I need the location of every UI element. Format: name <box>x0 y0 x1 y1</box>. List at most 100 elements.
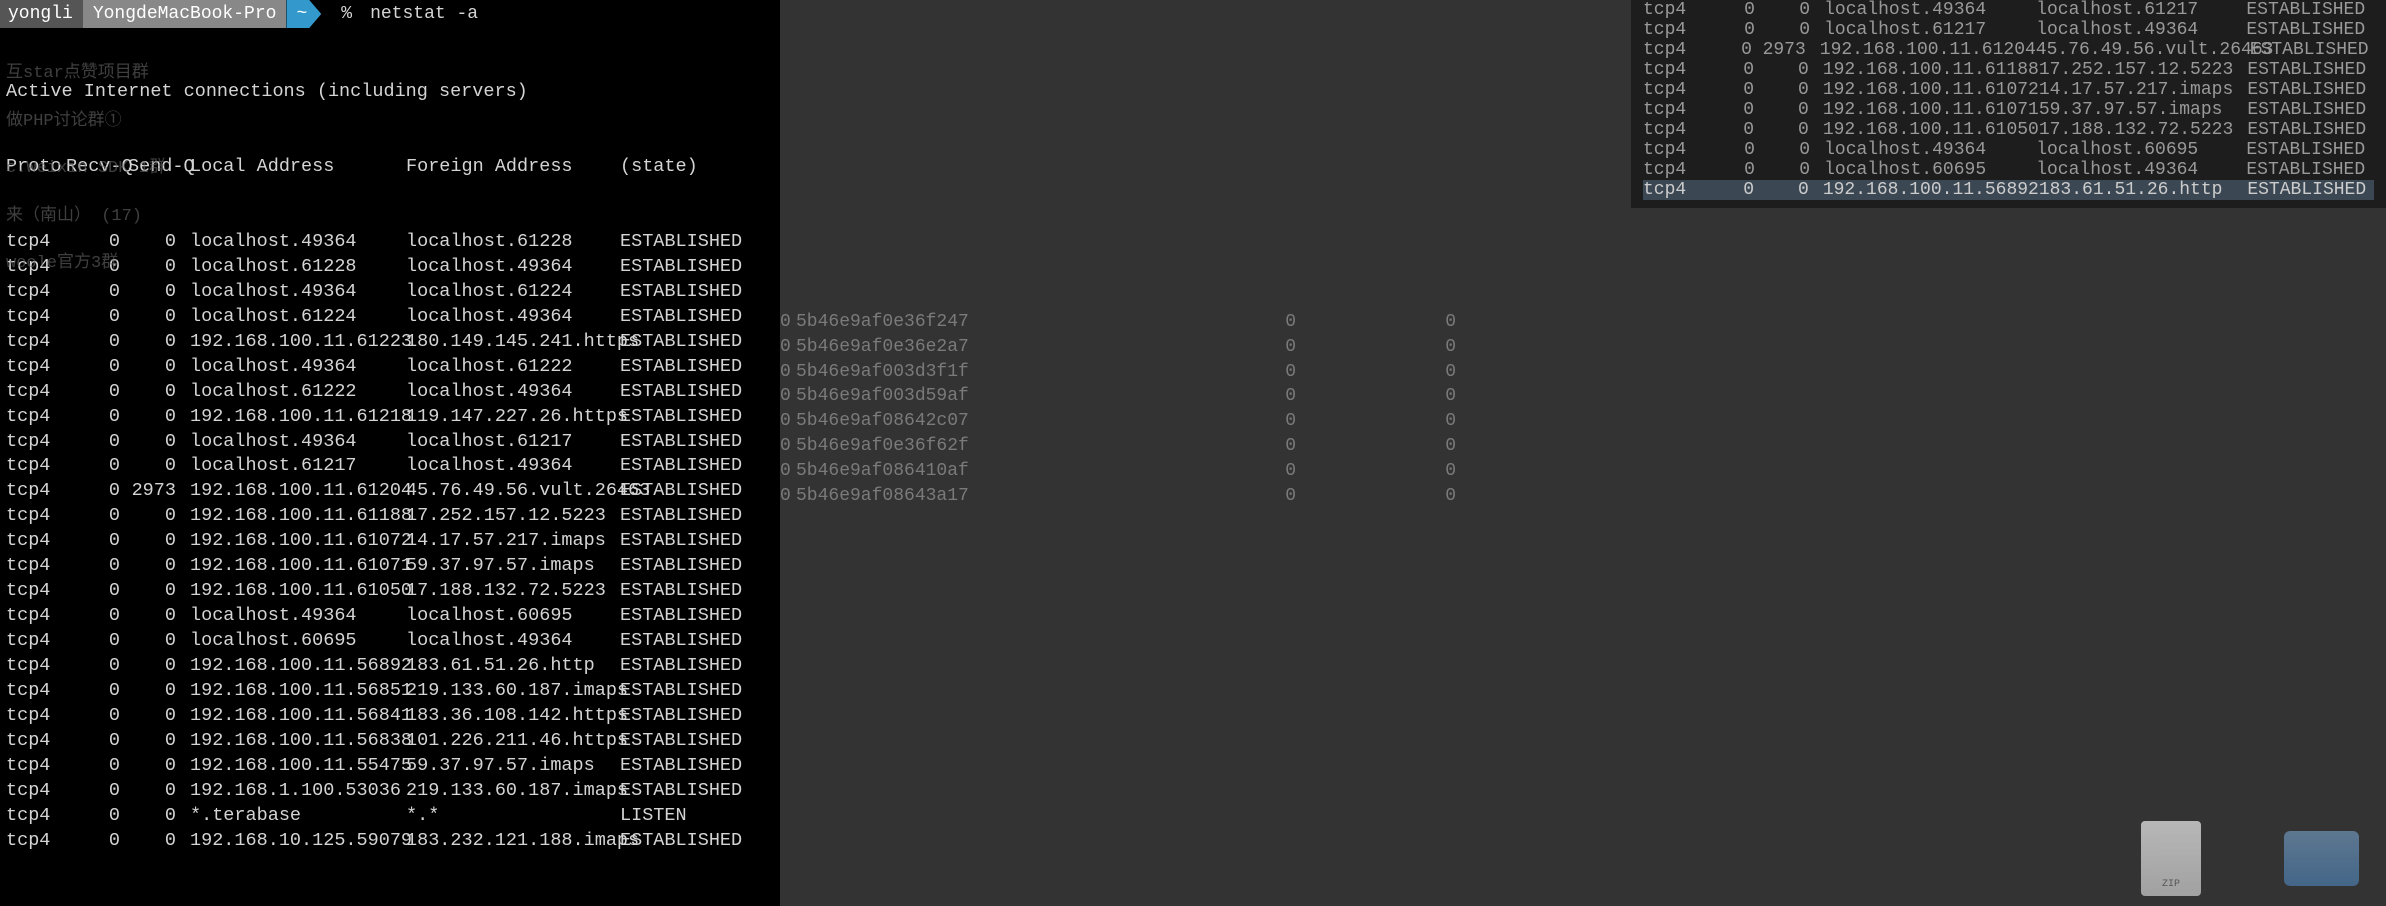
netstat-row[interactable]: tcp400192.168.100.11.61223180.149.145.24… <box>6 330 780 355</box>
hash-cell: 0 <box>1296 484 1456 509</box>
cell-sendq: 0 <box>128 604 190 629</box>
cell-local-address: localhost.61224 <box>190 305 406 330</box>
cell-proto: tcp4 <box>6 230 66 255</box>
netstat-row[interactable]: tcp400192.168.100.11.56892183.61.51.26.h… <box>6 654 780 679</box>
netstat-row[interactable]: tcp400localhost.49364localhost.61217ESTA… <box>1643 0 2374 20</box>
netstat-row[interactable]: tcp400localhost.49364localhost.61217ESTA… <box>6 430 780 455</box>
hash-row: 05b46e9af0e36f62f00 <box>780 434 1456 459</box>
cell-recvq: 0 <box>66 504 128 529</box>
cell-recvq: 0 <box>66 280 128 305</box>
terminal-window-right[interactable]: tcp400localhost.49364localhost.61217ESTA… <box>1631 0 2386 208</box>
netstat-row[interactable]: tcp400localhost.49364localhost.60695ESTA… <box>1643 140 2374 160</box>
prompt-command[interactable]: netstat -a <box>370 4 478 24</box>
cell-foreign-address: 14.17.57.217.imaps <box>2039 80 2248 100</box>
netstat-row[interactable]: tcp400localhost.61217localhost.49364ESTA… <box>6 454 780 479</box>
netstat-row[interactable]: tcp400192.168.100.11.5547559.37.97.57.im… <box>6 754 780 779</box>
cell-proto: tcp4 <box>6 804 66 829</box>
netstat-row[interactable]: tcp400192.168.10.125.59079183.232.121.18… <box>6 829 780 854</box>
cell-local-address: 192.168.100.11.56851 <box>190 679 406 704</box>
cell-state: ESTABLISHED <box>620 454 750 479</box>
terminal-prompt-line[interactable]: yongli YongdeMacBook-Pro ~ % netstat -a <box>0 0 780 28</box>
netstat-row[interactable]: tcp400*.terabase*.*LISTEN <box>6 804 780 829</box>
cell-state: ESTABLISHED <box>620 479 750 504</box>
netstat-row[interactable]: tcp402973192.168.100.11.6120445.76.49.56… <box>1643 40 2374 60</box>
hash-cell: 0 <box>1296 434 1456 459</box>
netstat-row[interactable]: tcp400192.168.1.100.53036219.133.60.187.… <box>6 779 780 804</box>
zip-label: ZIP <box>2141 879 2201 890</box>
netstat-row[interactable]: tcp400localhost.61224localhost.49364ESTA… <box>6 305 780 330</box>
netstat-row[interactable]: tcp400192.168.100.11.6107159.37.97.57.im… <box>6 554 780 579</box>
cell-local-address: 192.168.100.11.56892 <box>1823 180 2039 200</box>
zip-file-icon[interactable]: ZIP <box>2126 806 2216 896</box>
cell-proto: tcp4 <box>1643 80 1701 100</box>
zip-icon: ZIP <box>2141 821 2201 896</box>
cell-proto: tcp4 <box>6 305 66 330</box>
cell-state: ESTABLISHED <box>620 704 750 729</box>
col-state: (state) <box>620 155 750 180</box>
cell-sendq: 0 <box>128 679 190 704</box>
netstat-row[interactable]: tcp400localhost.49364localhost.60695ESTA… <box>6 604 780 629</box>
hash-cell: 0 <box>780 459 796 484</box>
cell-state: ESTABLISHED <box>620 355 750 380</box>
netstat-row[interactable]: tcp400localhost.49364localhost.61228ESTA… <box>6 230 780 255</box>
netstat-row[interactable]: tcp400localhost.49364localhost.61222ESTA… <box>6 355 780 380</box>
cell-foreign-address: localhost.61217 <box>2036 0 2246 20</box>
cell-foreign-address: 59.37.97.57.imaps <box>406 754 620 779</box>
netstat-row[interactable]: tcp400localhost.61222localhost.49364ESTA… <box>6 380 780 405</box>
col-proto: Proto <box>6 155 66 180</box>
terminal-window-left[interactable]: 互star点赞项目群做PHP讨论群①c.Weixin SDK 1群来（南山） (… <box>0 0 780 906</box>
netstat-row[interactable]: tcp402973192.168.100.11.6120445.76.49.56… <box>6 479 780 504</box>
cell-state: ESTABLISHED <box>2247 180 2374 200</box>
cell-foreign-address: 183.232.121.188.imaps <box>406 829 620 854</box>
netstat-row[interactable]: tcp400192.168.100.11.6107159.37.97.57.im… <box>1643 100 2374 120</box>
cell-sendq: 0 <box>1762 120 1823 140</box>
cell-proto: tcp4 <box>6 704 66 729</box>
cell-foreign-address: localhost.60695 <box>406 604 620 629</box>
netstat-row[interactable]: tcp400192.168.100.11.56841183.36.108.142… <box>6 704 780 729</box>
netstat-row[interactable]: tcp400192.168.100.11.6105017.188.132.72.… <box>1643 120 2374 140</box>
cell-proto: tcp4 <box>1643 120 1701 140</box>
cell-state: ESTABLISHED <box>620 604 750 629</box>
hash-cell: 5b46e9af08643a17 <box>796 484 996 509</box>
cell-state: ESTABLISHED <box>620 679 750 704</box>
folder-icon[interactable] <box>2276 806 2366 896</box>
cell-local-address: 192.168.100.11.61204 <box>1820 40 2036 60</box>
hash-cell: 0 <box>996 409 1296 434</box>
col-foreign: Foreign Address <box>406 155 620 180</box>
cell-proto: tcp4 <box>6 454 66 479</box>
cell-recvq: 0 <box>66 754 128 779</box>
cell-local-address: localhost.61217 <box>190 454 406 479</box>
cell-local-address: 192.168.100.11.56838 <box>190 729 406 754</box>
netstat-row[interactable]: tcp400localhost.61228localhost.49364ESTA… <box>6 255 780 280</box>
cell-recvq: 0 <box>66 405 128 430</box>
netstat-row[interactable]: tcp400192.168.100.11.56838101.226.211.46… <box>6 729 780 754</box>
netstat-row[interactable]: tcp400192.168.100.11.6105017.188.132.72.… <box>6 579 780 604</box>
netstat-row[interactable]: tcp400localhost.60695localhost.49364ESTA… <box>1643 160 2374 180</box>
background-hash-output: 05b46e9af0e36f2470005b46e9af0e36e2a70005… <box>780 310 1456 509</box>
netstat-row[interactable]: tcp400192.168.100.11.6107214.17.57.217.i… <box>6 529 780 554</box>
cell-sendq: 0 <box>1763 160 1824 180</box>
cell-local-address: localhost.49364 <box>1824 0 2036 20</box>
hash-cell: 0 <box>996 384 1296 409</box>
netstat-row[interactable]: tcp400192.168.100.11.6107214.17.57.217.i… <box>1643 80 2374 100</box>
cell-local-address: localhost.49364 <box>190 604 406 629</box>
netstat-row[interactable]: tcp400localhost.61217localhost.49364ESTA… <box>1643 20 2374 40</box>
terminal-output[interactable]: Active Internet connections (including s… <box>0 28 780 904</box>
cell-local-address: localhost.49364 <box>190 355 406 380</box>
netstat-row[interactable]: tcp400192.168.100.11.56892183.61.51.26.h… <box>1643 180 2374 200</box>
cell-state: ESTABLISHED <box>2246 0 2374 20</box>
cell-local-address: 192.168.100.11.56892 <box>190 654 406 679</box>
netstat-row[interactable]: tcp400localhost.49364localhost.61224ESTA… <box>6 280 780 305</box>
netstat-row[interactable]: tcp400192.168.100.11.6118817.252.157.12.… <box>6 504 780 529</box>
cell-local-address: localhost.61222 <box>190 380 406 405</box>
hash-cell: 0 <box>780 310 796 335</box>
cell-foreign-address: 183.61.51.26.http <box>2039 180 2248 200</box>
netstat-row[interactable]: tcp400192.168.100.11.56851219.133.60.187… <box>6 679 780 704</box>
col-recvq: Recv-Q <box>66 155 128 180</box>
cell-local-address: 192.168.100.11.55475 <box>190 754 406 779</box>
netstat-row[interactable]: tcp400192.168.100.11.6118817.252.157.12.… <box>1643 60 2374 80</box>
netstat-row[interactable]: tcp400192.168.100.11.61218119.147.227.26… <box>6 405 780 430</box>
cell-local-address: 192.168.100.11.61218 <box>190 405 406 430</box>
netstat-row[interactable]: tcp400localhost.60695localhost.49364ESTA… <box>6 629 780 654</box>
cell-recvq: 0 <box>66 654 128 679</box>
